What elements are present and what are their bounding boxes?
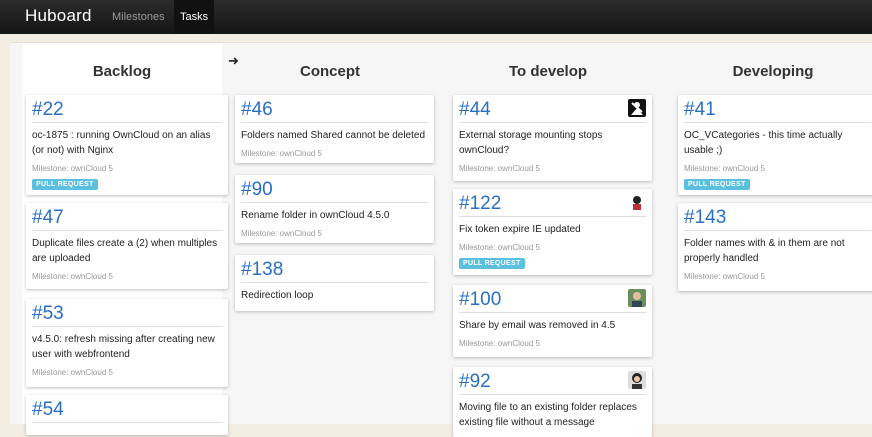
issue-title: Duplicate files create a (2) when multip…: [32, 238, 218, 264]
column-title: Concept: [300, 63, 360, 80]
column-title: Developing: [732, 63, 814, 80]
issue-title: External storage mounting stops ownCloud…: [459, 130, 603, 156]
issue-milestone: Milestone: ownCloud 5: [241, 229, 322, 238]
issue-number[interactable]: #90: [241, 179, 428, 203]
column-title: To develop: [508, 63, 588, 80]
issue-milestone: Milestone: ownCloud 5: [32, 272, 113, 281]
issue-card[interactable]: #46 Folders named Shared cannot be delet…: [235, 95, 434, 163]
issue-card[interactable]: #92 Moving file to an existing folder re…: [453, 367, 652, 437]
avatar-icon[interactable]: [628, 289, 646, 307]
column-developing: Developing #41 OC_VCategories - this tim…: [673, 43, 872, 291]
issue-number[interactable]: #122: [459, 193, 646, 217]
issue-number[interactable]: #44: [459, 99, 646, 123]
issue-title: Share by email was removed in 4.5: [459, 320, 616, 331]
avatar-icon[interactable]: [628, 371, 646, 389]
issue-milestone: Milestone: ownCloud 5: [459, 164, 540, 173]
issue-card[interactable]: #90 Rename folder in ownCloud 4.5.0 Mile…: [235, 175, 434, 243]
app-brand[interactable]: Huboard: [25, 6, 92, 26]
issue-milestone: Milestone: ownCloud 5: [241, 149, 322, 158]
issue-title: Folder names with & in them are not prop…: [684, 238, 845, 264]
top-navbar: Huboard Milestones Tasks: [0, 0, 872, 34]
issue-card[interactable]: #22 oc-1875 : running OwnCloud on an ali…: [26, 95, 228, 195]
pull-request-badge: PULL REQUEST: [32, 179, 98, 190]
issue-title: oc-1875 : running OwnCloud on an alias (…: [32, 130, 211, 156]
issue-number[interactable]: #100: [459, 289, 646, 313]
nav-milestones[interactable]: Milestones: [106, 0, 171, 34]
avatar-icon[interactable]: [628, 99, 646, 117]
issue-number[interactable]: #53: [32, 303, 222, 327]
issue-number[interactable]: #47: [32, 207, 222, 231]
issue-card[interactable]: #47 Duplicate files create a (2) when mu…: [26, 203, 228, 289]
column-to-develop: To develop #44 External storage mounting…: [448, 43, 652, 437]
issue-card[interactable]: #138 Redirection loop: [235, 255, 434, 311]
issue-card[interactable]: #53 v4.5.0: refresh missing after creati…: [26, 299, 228, 387]
issue-title: Folders named Shared cannot be deleted: [241, 130, 426, 141]
issue-title: OC_VCategories - this time actually usab…: [684, 130, 843, 156]
arrow-right-icon[interactable]: ➜: [228, 53, 239, 69]
issue-number[interactable]: #138: [241, 259, 428, 283]
issue-number[interactable]: #22: [32, 99, 222, 123]
issue-number[interactable]: #92: [459, 371, 646, 395]
issue-number[interactable]: #46: [241, 99, 428, 123]
issue-card[interactable]: #41 OC_VCategories - this time actually …: [678, 95, 872, 195]
nav-tasks[interactable]: Tasks: [174, 0, 215, 34]
issue-title: Rename folder in ownCloud 4.5.0: [241, 210, 390, 221]
issue-card[interactable]: #54: [26, 395, 228, 435]
avatar-icon[interactable]: [628, 193, 646, 211]
issue-title: Moving file to an existing folder replac…: [459, 402, 637, 428]
issue-card[interactable]: #100 Share by email was removed in 4.5 M…: [453, 285, 652, 357]
issue-number[interactable]: #54: [32, 399, 222, 423]
issue-number[interactable]: #143: [684, 207, 871, 231]
issue-title: Redirection loop: [241, 290, 314, 301]
issue-milestone: Milestone: ownCloud 5: [684, 164, 765, 173]
issue-milestone: Milestone: ownCloud 5: [32, 368, 113, 377]
issue-milestone: Milestone: ownCloud 5: [459, 243, 540, 252]
issue-milestone: Milestone: ownCloud 5: [684, 272, 765, 281]
issue-card[interactable]: #122 Fix token expire IE updated Milesto…: [453, 189, 652, 275]
pull-request-badge: PULL REQUEST: [684, 179, 750, 190]
issue-number[interactable]: #41: [684, 99, 871, 123]
issue-milestone: Milestone: ownCloud 5: [32, 164, 113, 173]
task-board: Backlog #22 oc-1875 : running OwnCloud o…: [10, 42, 872, 437]
issue-title: Fix token expire IE updated: [459, 224, 581, 235]
issue-milestone: Milestone: ownCloud 5: [459, 339, 540, 348]
issue-card[interactable]: #143 Folder names with & in them are not…: [678, 203, 872, 291]
column-backlog: Backlog #22 oc-1875 : running OwnCloud o…: [22, 43, 228, 435]
column-title: Backlog: [92, 63, 152, 80]
column-concept: ➜ Concept #46 Folders named Shared canno…: [228, 43, 434, 311]
pull-request-badge: PULL REQUEST: [459, 258, 525, 269]
issue-title: v4.5.0: refresh missing after creating n…: [32, 334, 215, 360]
issue-card[interactable]: #44 External storage mounting stops ownC…: [453, 95, 652, 181]
